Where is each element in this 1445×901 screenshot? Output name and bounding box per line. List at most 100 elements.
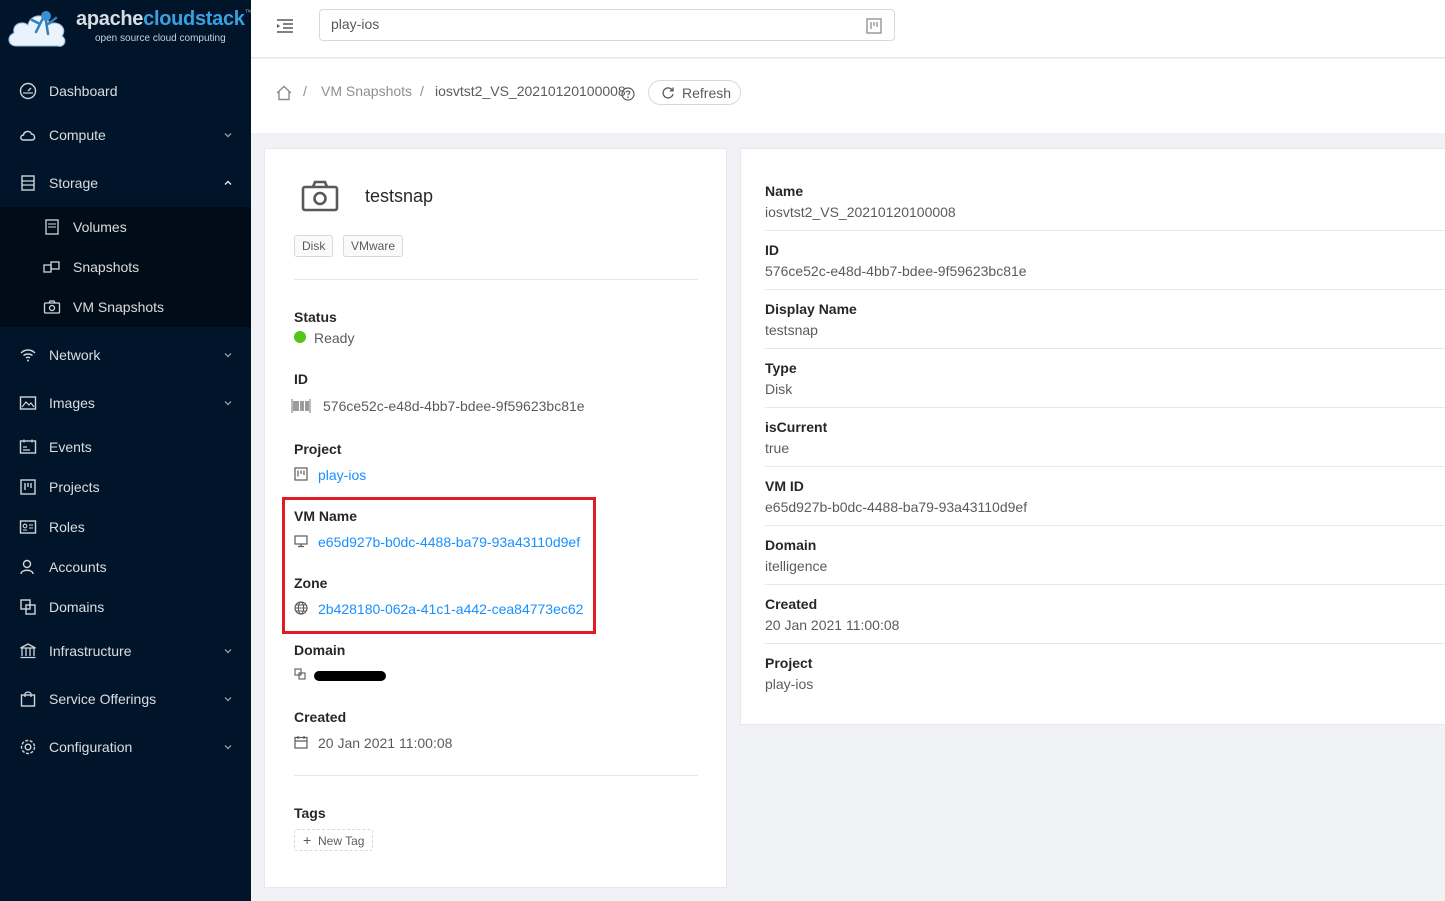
sidebar-item-label: VM Snapshots [73,299,165,315]
sidebar-item-accounts[interactable]: Accounts [0,547,251,587]
tag-type: Disk [294,235,334,257]
resource-name: testsnap [365,186,434,206]
breadcrumb-current: iosvtst2_VS_20210120100008 [435,83,626,99]
info-value: e65d927b-b0dc-4488-ba79-93a43110d9ef [765,499,1028,515]
vm-name-label: VM Name [294,508,358,524]
sidebar-item-dashboard[interactable]: Dashboard [0,71,251,111]
chevron-down-icon [223,646,233,656]
sidebar-item-label: Compute [49,127,106,143]
vm-name-link[interactable]: e65d927b-b0dc-4488-ba79-93a43110d9ef [318,534,580,550]
sidebar-item-vm-snapshots[interactable]: VM Snapshots [0,287,251,327]
info-value: itelligence [765,558,828,574]
status-label: Status [294,309,337,325]
menu-fold-icon[interactable] [275,16,295,36]
sidebar-item-label: Projects [49,479,100,495]
desktop-icon [294,535,308,548]
zone-link[interactable]: 2b428180-062a-41c1-a442-cea84773ec62 [318,601,583,617]
sidebar-item-snapshots[interactable]: Snapshots [0,247,251,287]
info-value: Disk [765,381,793,397]
created-value: 20 Jan 2021 11:00:08 [318,735,453,751]
cloudstack-logo-icon [8,11,66,47]
details-card: Name iosvtst2_VS_20210120100008 ID 576ce… [740,148,1445,725]
info-label: Display Name [765,301,857,317]
block-icon [19,598,37,616]
breadcrumb-separator: / [420,83,424,99]
question-circle-icon[interactable] [621,87,635,101]
id-label: ID [294,371,308,387]
sidebar-item-label: Configuration [49,739,133,755]
created-label: Created [294,709,347,725]
sidebar: apachecloudstack™ open source cloud comp… [0,0,253,901]
project-selector-input[interactable] [331,16,831,32]
home-icon[interactable] [275,84,293,102]
sidebar-item-label: Dashboard [49,83,118,99]
sidebar-item-configuration[interactable]: Configuration [0,727,251,767]
info-value: true [765,440,790,456]
divider [765,643,1445,644]
divider [765,289,1445,290]
sidebar-item-images[interactable]: Images [0,383,251,423]
divider [765,466,1445,467]
schedule-icon [19,438,37,456]
sidebar-item-label: Accounts [49,559,107,575]
database-icon [19,174,37,192]
sidebar-item-service-offerings[interactable]: Service Offerings [0,679,251,719]
info-label: Type [765,360,797,376]
project-label: Project [294,441,342,457]
info-value: testsnap [765,322,818,338]
tags-label: Tags [294,805,326,821]
redacted-domain [314,671,386,681]
project-link[interactable]: play-ios [318,467,366,483]
bank-icon [19,642,37,660]
info-label: isCurrent [765,419,828,435]
sidebar-item-domains[interactable]: Domains [0,587,251,627]
new-tag-label: New Tag [318,834,365,848]
shopping-icon [19,690,37,708]
divider [294,775,698,776]
idcard-icon [19,518,37,536]
info-label: Domain [765,537,817,553]
chevron-down-icon [223,130,233,140]
barcode-icon [291,399,311,413]
project-icon [19,478,37,496]
breadcrumb-vm-snapshots[interactable]: VM Snapshots [321,83,412,99]
sidebar-item-volumes[interactable]: Volumes [0,207,251,247]
divider [765,584,1445,585]
sidebar-item-projects[interactable]: Projects [0,467,251,507]
sidebar-item-events[interactable]: Events [0,427,251,467]
breadcrumb: / VM Snapshots / iosvtst2_VS_20210120100… [251,59,1445,133]
sidebar-item-label: Network [49,347,101,363]
refresh-button[interactable]: Refresh [648,80,741,105]
sidebar-item-label: Snapshots [73,259,140,275]
chevron-down-icon [223,694,233,704]
sidebar-item-compute[interactable]: Compute [0,115,251,155]
chevron-down-icon [223,350,233,360]
logo-tagline: open source cloud computing [95,33,226,44]
info-label: Project [765,655,813,671]
tag-hypervisor: VMware [343,235,404,257]
info-label: Created [765,596,818,612]
status-value: Ready [314,330,355,346]
divider [294,279,698,280]
divider [765,348,1445,349]
sidebar-item-storage[interactable]: Storage [0,163,251,203]
sidebar-item-roles[interactable]: Roles [0,507,251,547]
calendar-icon [294,736,308,749]
sidebar-item-network[interactable]: Network [0,335,251,375]
sidebar-item-label: Infrastructure [49,643,132,659]
resource-summary-card: testsnap Disk VMware Status Ready ID 576… [264,148,727,888]
hdd-icon [43,218,61,236]
project-icon [866,18,882,34]
new-tag-button[interactable]: + New Tag [294,829,373,851]
project-selector[interactable] [319,9,895,41]
block-icon [294,668,306,680]
sidebar-item-infrastructure[interactable]: Infrastructure [0,631,251,671]
divider [765,525,1445,526]
status-indicator [294,331,306,343]
logo[interactable]: apachecloudstack™ open source cloud comp… [0,0,253,58]
team-icon [19,558,37,576]
divider [765,230,1445,231]
wifi-icon [19,346,37,364]
camera-icon [301,180,339,212]
reload-icon [662,87,674,99]
